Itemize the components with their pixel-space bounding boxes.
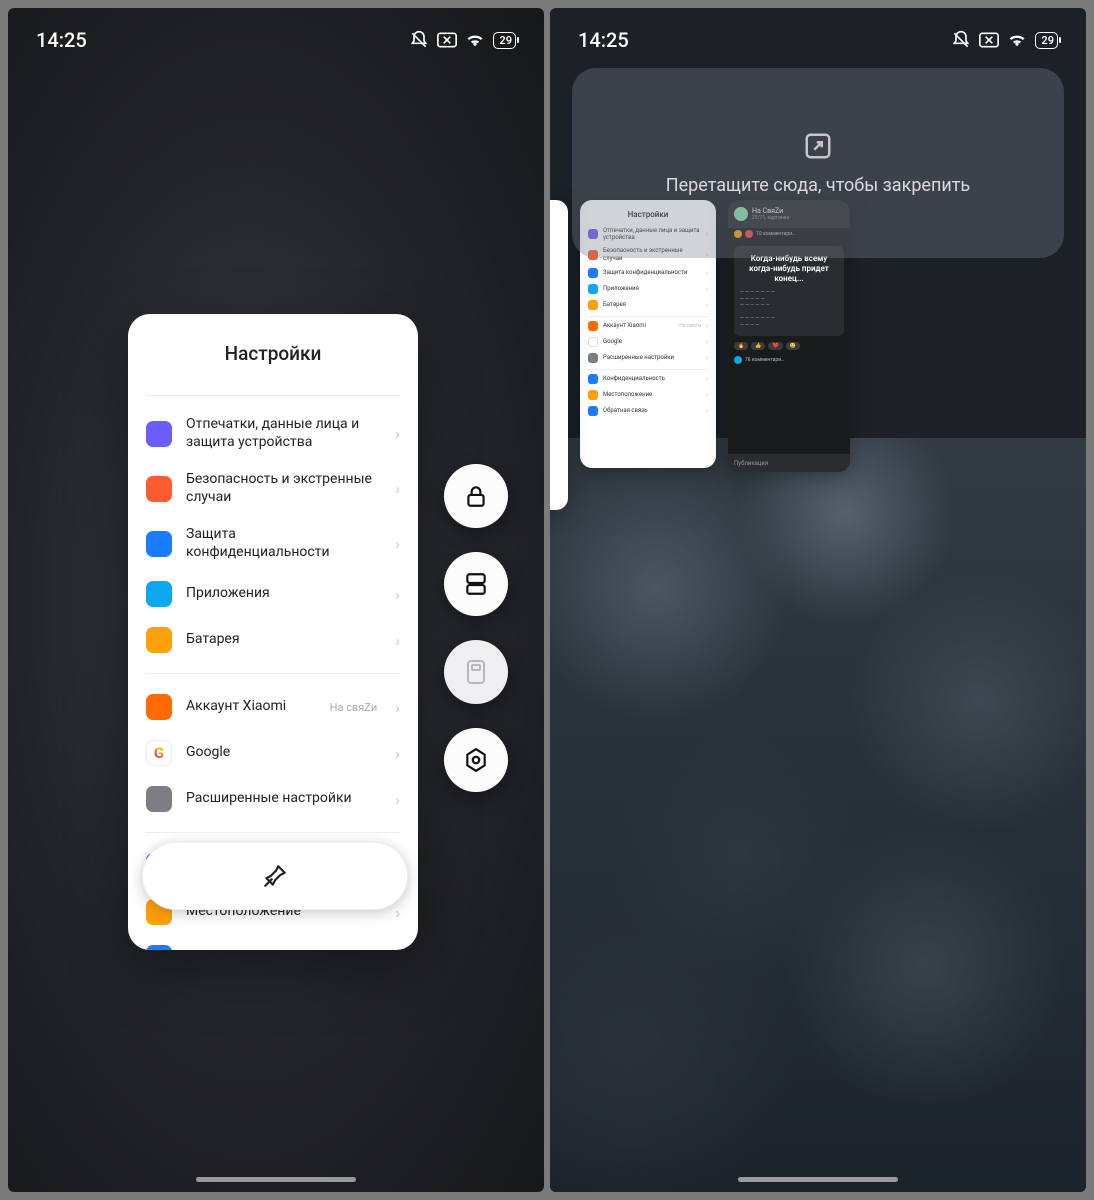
row-icon [146, 476, 172, 502]
floating-window-action[interactable] [444, 640, 508, 704]
home-indicator[interactable] [738, 1177, 898, 1182]
lock-icon [463, 483, 489, 509]
sim-missing-icon [437, 32, 457, 48]
mini-settings-row: Защита конфиденциальности› [588, 268, 708, 278]
settings-row[interactable]: Расширенные настройки › [128, 776, 418, 822]
status-icons: 29 [951, 30, 1058, 50]
status-bar: 14:25 29 [550, 8, 1086, 72]
home-indicator[interactable] [196, 1177, 356, 1182]
settings-row[interactable]: Обратная связь › [128, 935, 418, 950]
phone-right: 14:25 29 Перетащите сюда, чтобы закрепит… [550, 8, 1086, 1192]
settings-row[interactable]: Аккаунт Xiaomi На свяZи › [128, 684, 418, 730]
row-icon [146, 694, 172, 720]
dnd-icon [951, 30, 971, 50]
row-icon [146, 531, 172, 557]
floating-icon [465, 659, 487, 685]
status-bar: 14:25 29 [8, 8, 544, 72]
sim-missing-icon [979, 32, 999, 48]
row-label: Батарея [186, 631, 381, 649]
mini-settings-row: Конфиденциальность› [588, 374, 708, 384]
row-icon [146, 421, 172, 447]
row-label: Google [186, 744, 381, 762]
battery-icon: 29 [493, 32, 516, 49]
row-icon [146, 945, 172, 950]
settings-row[interactable]: Батарея › [128, 617, 418, 663]
mini-settings-row: Расширенные настройки› [588, 353, 708, 363]
status-time: 14:25 [36, 28, 87, 52]
settings-row[interactable]: G Google › [128, 730, 418, 776]
mini-settings-row: Приложения› [588, 284, 708, 294]
split-icon [463, 571, 489, 597]
tg-reactions: 🔥👍❤️😢 [728, 342, 850, 350]
mini-settings-row: Аккаунт XiaomiНа свяZи› [588, 321, 708, 331]
wallpaper-mountains [550, 438, 1086, 1192]
status-icons: 29 [409, 30, 516, 50]
recents-action-column [444, 464, 508, 792]
row-label: Безопасность и экстренные случаи [186, 471, 381, 506]
row-label: Отпечатки, данные лица и защита устройст… [186, 416, 381, 451]
chevron-right-icon: › [395, 424, 400, 443]
row-label: Защита конфиденциальности [186, 526, 381, 561]
chevron-right-icon: › [395, 949, 400, 951]
settings-row[interactable]: Приложения › [128, 571, 418, 617]
wifi-icon [465, 32, 485, 48]
row-icon: G [146, 740, 172, 766]
card-title: Настройки [128, 342, 418, 365]
chevron-right-icon: › [395, 903, 400, 922]
settings-row[interactable]: Безопасность и экстренные случаи › [128, 461, 418, 516]
splitscreen-action[interactable] [444, 552, 508, 616]
settings-row[interactable]: Отпечатки, данные лица и защита устройст… [128, 406, 418, 461]
chevron-right-icon: › [395, 698, 400, 717]
mini-settings-row: Google› [588, 337, 708, 347]
floating-dropzone-icon [803, 131, 833, 161]
pin-drop-zone[interactable]: Перетащите сюда, чтобы закрепить [572, 68, 1064, 258]
pin-icon [262, 863, 288, 889]
wifi-icon [1007, 32, 1027, 48]
row-label: Приложения [186, 585, 381, 603]
row-icon [146, 627, 172, 653]
mini-settings-row: Местоположение› [588, 390, 708, 400]
chevron-right-icon: › [395, 585, 400, 604]
chevron-right-icon: › [395, 631, 400, 650]
pin-zone-text: Перетащите сюда, чтобы закрепить [666, 175, 970, 196]
row-label: Расширенные настройки [186, 790, 381, 808]
tg-footer: Публикация [728, 454, 850, 472]
dnd-icon [409, 30, 429, 50]
hex-gear-icon [463, 747, 489, 773]
chevron-right-icon: › [395, 790, 400, 809]
status-time: 14:25 [578, 28, 629, 52]
pin-button[interactable] [142, 842, 408, 910]
row-label: Аккаунт Xiaomi [186, 698, 316, 716]
settings-action[interactable] [444, 728, 508, 792]
row-icon [146, 786, 172, 812]
battery-icon: 29 [1035, 32, 1058, 49]
settings-row[interactable]: Защита конфиденциальности › [128, 516, 418, 571]
chevron-right-icon: › [395, 534, 400, 553]
mini-settings-row: Обратная связь› [588, 406, 708, 416]
chevron-right-icon: › [395, 744, 400, 763]
row-label: Обратная связь [186, 949, 381, 950]
row-icon [146, 581, 172, 607]
tg-post: Когда-нибудь всему когда-нибудь придет к… [734, 246, 844, 336]
phone-left: 14:25 29 Настройки Отпечатки, данные лиц… [8, 8, 544, 1192]
row-subtext: На свяZи [330, 701, 378, 714]
mini-settings-row: Батарея› [588, 300, 708, 310]
recents-card-partial[interactable]: + [550, 200, 568, 510]
lock-action[interactable] [444, 464, 508, 528]
chevron-right-icon: › [395, 479, 400, 498]
